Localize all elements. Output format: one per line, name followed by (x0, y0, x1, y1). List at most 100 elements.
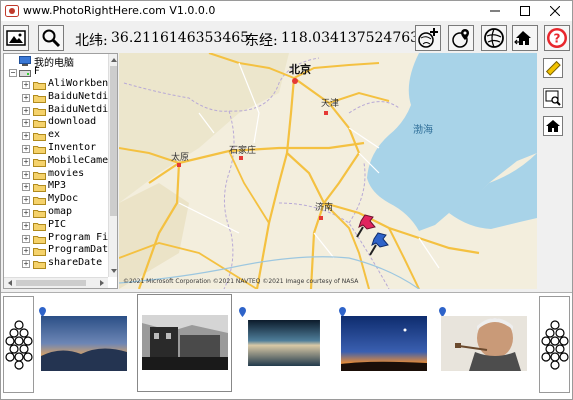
tree-item-folder[interactable]: + shareDate (4, 257, 108, 270)
photo-bw-building (142, 315, 228, 370)
expand-icon[interactable]: + (22, 209, 30, 217)
tree-item-folder[interactable]: + MP3 (4, 180, 108, 193)
folder-icon (33, 197, 46, 206)
home-export-icon (514, 31, 531, 45)
close-button[interactable] (540, 1, 570, 21)
tree-item-folder[interactable]: + MobileCamer (4, 154, 108, 168)
expand-icon[interactable]: + (22, 132, 30, 141)
tree-item-folder[interactable]: + download (4, 116, 108, 129)
expand-icon[interactable]: + (22, 221, 30, 230)
scroll-right-icon[interactable] (97, 278, 107, 288)
city-label-beijing: 北京 (289, 63, 311, 76)
photo-sunset-clouds (41, 316, 127, 371)
open-image-button[interactable] (3, 25, 29, 51)
maximize-button[interactable] (510, 1, 540, 21)
expand-icon[interactable]: + (22, 81, 30, 89)
ruler-icon (545, 60, 561, 76)
expand-icon[interactable]: + (22, 157, 30, 166)
expand-icon[interactable]: + (22, 93, 30, 102)
scroll-down-icon[interactable] (109, 266, 118, 276)
measure-tool-button[interactable] (543, 58, 563, 78)
map-canvas[interactable] (119, 53, 537, 289)
tree-item-label: movies (48, 167, 85, 179)
search-icon (42, 29, 61, 48)
folder-icon (33, 158, 46, 167)
tree-item-folder[interactable]: + MyDoc (4, 193, 108, 206)
add-location-button[interactable] (415, 25, 441, 51)
expand-icon[interactable]: + (22, 247, 30, 256)
photo-thumbnail-selected[interactable] (137, 294, 232, 392)
drive-icon (19, 70, 31, 77)
folder-icon (33, 222, 46, 231)
app-window: www.PhotoRightHere.com V1.0.0.0 北纬: 36.2… (0, 0, 573, 400)
city-label-taiyuan: 太原 (171, 153, 190, 163)
location-pin-icon (239, 307, 246, 317)
tree-item-label: MobileCamer (48, 154, 108, 166)
expand-icon[interactable]: + (22, 183, 30, 192)
folder-icon (33, 210, 46, 218)
tree-horizontal-scrollbar[interactable] (4, 277, 108, 288)
search-button[interactable] (38, 25, 64, 51)
latitude-label: 北纬: (75, 33, 108, 49)
folder-tree[interactable]: 我的电脑 − F + AliWorkbenc + BaiduNetdi + BaiduNe… (3, 53, 118, 289)
expand-icon[interactable]: + (22, 145, 30, 153)
scroll-thumb[interactable] (110, 66, 117, 216)
collapse-icon[interactable]: − (9, 69, 17, 77)
tree-item-folder[interactable]: + Inventor (4, 142, 108, 155)
pin-map-button[interactable] (448, 25, 474, 51)
tree-item-folder[interactable]: + AliWorkbenc (4, 78, 108, 91)
globe-add-icon (418, 28, 438, 48)
tree-item-folder[interactable]: + ex (4, 129, 108, 142)
expand-icon[interactable]: + (22, 196, 30, 205)
map-copyright: ©2021 Microsoft Corporation ©2021 NAVTEQ… (123, 278, 359, 285)
next-button[interactable] (539, 296, 570, 393)
tree-item-folder[interactable]: + BaiduNetdi (4, 91, 108, 104)
scroll-up-icon[interactable] (109, 55, 118, 65)
expand-icon[interactable]: + (22, 260, 30, 269)
scroll-left-icon[interactable] (5, 278, 15, 288)
tree-item-label: PIC (48, 218, 67, 230)
folder-icon (33, 120, 46, 129)
map-view[interactable]: 北京 天津 太原 石家庄 济南 渤海 ©2021 Microsoft Corpo… (119, 53, 537, 289)
tree-vertical-scrollbar[interactable] (108, 54, 118, 277)
previous-button[interactable] (3, 296, 34, 393)
tree-item-folder[interactable]: + Program Fil (4, 232, 108, 245)
tree-item-folder[interactable]: + BaiduNetdi (4, 104, 108, 117)
tree-item-label: AliWorkbenc (48, 78, 108, 89)
photo-thumbnail[interactable] (37, 294, 132, 392)
film-prev-icon (5, 320, 33, 370)
expand-icon[interactable]: + (22, 106, 30, 115)
app-icon (5, 5, 19, 17)
photo-thumbnail[interactable] (437, 294, 532, 392)
tree-item-label: ProgramData (48, 244, 108, 256)
home-view-button[interactable] (543, 116, 563, 136)
photo-thumbnail[interactable] (337, 294, 432, 392)
tree-item-my-computer[interactable]: 我的电脑 (4, 55, 108, 69)
export-home-button[interactable] (512, 25, 538, 51)
city-label-jinan: 济南 (315, 203, 334, 213)
expand-icon[interactable]: + (22, 170, 30, 179)
tree-item-label: download (48, 116, 97, 128)
folder-icon (33, 146, 46, 154)
folder-icon (33, 248, 46, 257)
zoom-window-button[interactable] (543, 88, 563, 108)
folder-icon (33, 184, 46, 193)
tree-item-label: F (34, 66, 40, 77)
folder-icon (33, 82, 46, 90)
tree-item-folder[interactable]: + movies (4, 167, 108, 181)
expand-icon[interactable]: + (22, 234, 30, 243)
photo-thumbnail[interactable] (237, 294, 332, 392)
scroll-thumb-horizontal[interactable] (16, 280, 86, 286)
help-button[interactable]: ? (544, 25, 570, 51)
folder-icon (33, 171, 46, 180)
globe-sync-button[interactable] (481, 25, 507, 51)
photo-pin-blue[interactable] (366, 231, 394, 259)
expand-icon[interactable]: + (22, 119, 30, 128)
tree-item-folder[interactable]: + omap (4, 206, 108, 219)
longitude-value: 118.034137524763 (281, 30, 420, 46)
minimize-button[interactable] (480, 1, 510, 21)
globe-icon (484, 28, 504, 48)
close-icon (550, 6, 560, 16)
tree-item-folder[interactable]: + ProgramData (4, 244, 108, 257)
tree-item-folder[interactable]: + PIC (4, 218, 108, 232)
